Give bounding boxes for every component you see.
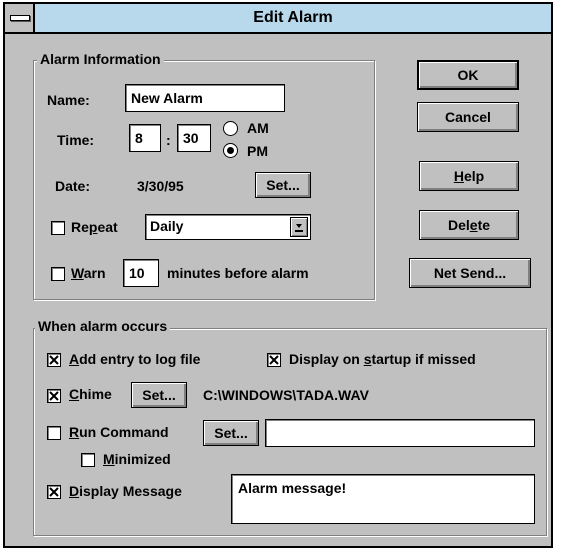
- repeat-label: Repeat: [71, 219, 118, 235]
- minimized-checkbox[interactable]: [81, 453, 95, 467]
- repeat-checkbox[interactable]: [51, 221, 65, 235]
- warn-checkbox[interactable]: [51, 267, 65, 281]
- help-button[interactable]: Help: [419, 161, 519, 191]
- run-command-label: Run Command: [69, 424, 169, 440]
- system-menu-icon[interactable]: [5, 4, 35, 32]
- minimized-label: Minimized: [103, 451, 171, 467]
- repeat-value: Daily: [150, 218, 184, 234]
- hour-input[interactable]: [129, 124, 161, 152]
- chime-checkbox[interactable]: [47, 389, 61, 403]
- dropdown-arrow-icon[interactable]: [290, 217, 308, 237]
- edit-alarm-dialog: Edit Alarm Alarm Information Name: Time:…: [3, 2, 553, 548]
- warn-suffix: minutes before alarm: [167, 265, 309, 281]
- date-label: Date:: [55, 178, 91, 194]
- time-colon: :: [166, 132, 171, 148]
- cancel-button[interactable]: Cancel: [417, 102, 519, 132]
- pm-label: PM: [247, 143, 268, 159]
- pm-radio[interactable]: [223, 143, 238, 158]
- log-checkbox[interactable]: [47, 353, 61, 367]
- time-label: Time:: [57, 132, 95, 148]
- date-set-button[interactable]: Set...: [255, 172, 311, 198]
- title-bar[interactable]: Edit Alarm: [5, 4, 551, 34]
- log-label: Add entry to log file: [69, 351, 201, 367]
- minute-input[interactable]: [177, 124, 211, 152]
- check-x-icon: [49, 487, 59, 497]
- message-textarea[interactable]: Alarm message!: [231, 474, 535, 524]
- startup-checkbox[interactable]: [267, 353, 281, 367]
- run-command-checkbox[interactable]: [47, 426, 61, 440]
- warn-minutes-input[interactable]: [123, 259, 159, 287]
- date-value: 3/30/95: [137, 178, 184, 194]
- chime-label: Chime: [69, 386, 112, 402]
- window-title: Edit Alarm: [253, 9, 333, 26]
- name-label: Name:: [47, 92, 90, 108]
- repeat-dropdown[interactable]: Daily: [145, 214, 311, 240]
- delete-button[interactable]: Del e te: [419, 210, 519, 240]
- display-message-label: Display Message: [69, 483, 182, 499]
- name-input[interactable]: [125, 84, 285, 112]
- alarm-information-label: Alarm Information: [37, 51, 164, 67]
- ok-button[interactable]: OK: [417, 60, 519, 90]
- check-x-icon: [269, 355, 279, 365]
- when-alarm-occurs-label: When alarm occurs: [35, 318, 171, 334]
- startup-label: Display on startup if missed: [289, 351, 476, 367]
- check-x-icon: [49, 391, 59, 401]
- display-message-checkbox[interactable]: [47, 485, 61, 499]
- check-x-icon: [49, 355, 59, 365]
- am-label: AM: [247, 120, 269, 136]
- run-set-button[interactable]: Set...: [203, 420, 259, 446]
- warn-label: Warn: [71, 265, 106, 281]
- chime-file-path: C:\WINDOWS\TADA.WAV: [203, 387, 369, 403]
- am-radio[interactable]: [223, 121, 238, 136]
- chime-set-button[interactable]: Set...: [131, 382, 187, 408]
- run-command-input[interactable]: [265, 419, 535, 447]
- net-send-button[interactable]: Net Send...: [409, 258, 531, 288]
